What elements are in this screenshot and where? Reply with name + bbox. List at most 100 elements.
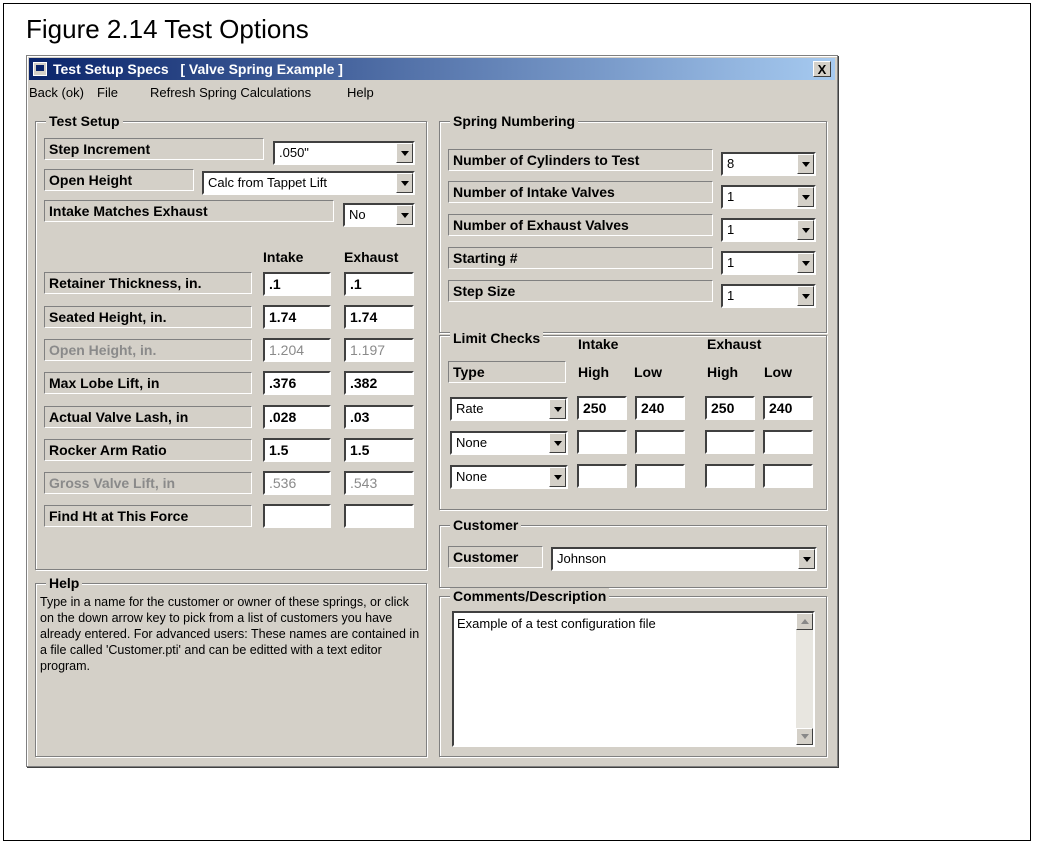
seated-height-label: Seated Height, in. xyxy=(44,306,252,328)
limit-exhaust-low-2[interactable] xyxy=(763,430,813,454)
intake-matches-exhaust-select[interactable]: No xyxy=(343,203,415,227)
spring-numbering-group: Spring Numbering Number of Cylinders to … xyxy=(439,113,827,333)
open-height-label: Open Height xyxy=(44,169,194,191)
rocker-arm-ratio-exhaust[interactable]: 1.5 xyxy=(344,438,414,462)
chevron-down-icon[interactable] xyxy=(798,549,815,569)
col-exhaust-header: Exhaust xyxy=(344,249,399,265)
num-exhaust-valves-value: 1 xyxy=(727,222,735,237)
num-intake-valves-label: Number of Intake Valves xyxy=(448,181,713,203)
limit-exhaust-high-2[interactable] xyxy=(705,430,755,454)
num-exhaust-valves-label: Number of Exhaust Valves xyxy=(448,214,713,236)
limit-type-select-3[interactable]: None xyxy=(450,465,568,489)
limit-intake-high-2[interactable] xyxy=(577,430,627,454)
comments-value: Example of a test configuration file xyxy=(457,616,656,631)
limit-exhaust-high-header: High xyxy=(707,364,739,380)
chevron-down-icon[interactable] xyxy=(797,220,814,240)
customer-group: Customer Customer Johnson xyxy=(439,517,827,588)
gross-valve-lift-exhaust: .543 xyxy=(344,471,414,495)
customer-group-title: Customer xyxy=(450,517,522,533)
limit-exhaust-low-1[interactable]: 240 xyxy=(763,396,813,420)
title-bar: Test Setup Specs [ Valve Spring Example … xyxy=(29,58,835,80)
starting-number-select[interactable]: 1 xyxy=(721,251,816,275)
seated-height-intake[interactable]: 1.74 xyxy=(263,305,331,329)
menu-help[interactable]: Help xyxy=(347,85,374,100)
limit-exhaust-high-1[interactable]: 250 xyxy=(705,396,755,420)
menu-file[interactable]: File xyxy=(97,85,118,100)
open-height-intake: 1.204 xyxy=(263,338,331,362)
gross-valve-lift-intake: .536 xyxy=(263,471,331,495)
limit-intake-low-2[interactable] xyxy=(635,430,685,454)
num-exhaust-valves-select[interactable]: 1 xyxy=(721,218,816,242)
rocker-arm-ratio-label: Rocker Arm Ratio xyxy=(44,439,252,461)
limit-exhaust-low-3[interactable] xyxy=(763,464,813,488)
limit-exhaust-high-3[interactable] xyxy=(705,464,755,488)
rocker-arm-ratio-intake[interactable]: 1.5 xyxy=(263,438,331,462)
chevron-down-icon[interactable] xyxy=(797,187,814,207)
limit-intake-low-1[interactable]: 240 xyxy=(635,396,685,420)
actual-valve-lash-intake[interactable]: .028 xyxy=(263,405,331,429)
customer-label: Customer xyxy=(448,546,543,568)
limit-intake-low-3[interactable] xyxy=(635,464,685,488)
help-title: Help xyxy=(46,575,83,591)
limit-intake-high-header: High xyxy=(578,364,610,380)
step-size-value: 1 xyxy=(727,288,735,303)
open-height-select[interactable]: Calc from Tappet Lift xyxy=(202,171,415,195)
find-ht-at-force-intake[interactable] xyxy=(263,504,331,528)
comments-textarea[interactable]: Example of a test configuration file xyxy=(452,611,815,747)
retainer-thickness-intake[interactable]: .1 xyxy=(263,272,331,296)
customer-select[interactable]: Johnson xyxy=(551,547,817,571)
chevron-down-icon[interactable] xyxy=(549,433,566,453)
help-group: Help Type in a name for the customer or … xyxy=(35,575,427,757)
comments-scrollbar[interactable] xyxy=(796,613,813,745)
limit-type-header: Type xyxy=(448,361,566,383)
actual-valve-lash-exhaust[interactable]: .03 xyxy=(344,405,414,429)
intake-matches-exhaust-value: No xyxy=(349,207,366,222)
menu-back-ok[interactable]: Back (ok) xyxy=(29,85,84,100)
comments-group: Comments/Description Example of a test c… xyxy=(439,588,827,757)
num-cylinders-select[interactable]: 8 xyxy=(721,152,816,176)
limit-type-value-1: Rate xyxy=(456,401,484,416)
scroll-up-icon[interactable] xyxy=(796,613,813,630)
starting-number-label: Starting # xyxy=(448,247,713,269)
step-increment-select[interactable]: .050" xyxy=(273,141,415,165)
max-lobe-lift-label: Max Lobe Lift, in xyxy=(44,372,252,394)
test-setup-group: Test Setup Step Increment .050" Open Hei… xyxy=(35,113,427,570)
starting-number-value: 1 xyxy=(727,255,735,270)
chevron-down-icon[interactable] xyxy=(549,399,566,419)
chevron-down-icon[interactable] xyxy=(396,173,413,193)
chevron-down-icon[interactable] xyxy=(396,143,413,163)
find-ht-at-force-exhaust[interactable] xyxy=(344,504,414,528)
scroll-down-icon[interactable] xyxy=(796,728,813,745)
step-increment-label: Step Increment xyxy=(44,138,264,160)
limit-intake-high-3[interactable] xyxy=(577,464,627,488)
limit-type-select-2[interactable]: None xyxy=(450,431,568,455)
gross-valve-lift-label: Gross Valve Lift, in xyxy=(44,472,252,494)
menu-refresh-spring-calculations[interactable]: Refresh Spring Calculations xyxy=(150,85,311,100)
limit-type-value-2: None xyxy=(456,435,488,450)
num-intake-valves-select[interactable]: 1 xyxy=(721,185,816,209)
step-size-select[interactable]: 1 xyxy=(721,284,816,308)
intake-matches-exhaust-label: Intake Matches Exhaust xyxy=(44,200,334,222)
col-intake-header: Intake xyxy=(263,249,304,265)
max-lobe-lift-exhaust[interactable]: .382 xyxy=(344,371,414,395)
chevron-down-icon[interactable] xyxy=(797,286,814,306)
max-lobe-lift-intake[interactable]: .376 xyxy=(263,371,331,395)
help-text: Type in a name for the customer or owner… xyxy=(40,595,420,673)
limit-intake-high-1[interactable]: 250 xyxy=(577,396,627,420)
limit-type-select-1[interactable]: Rate xyxy=(450,397,568,421)
chevron-down-icon[interactable] xyxy=(797,154,814,174)
spring-numbering-title: Spring Numbering xyxy=(450,113,579,129)
chevron-down-icon[interactable] xyxy=(396,205,413,225)
num-cylinders-value: 8 xyxy=(727,156,735,171)
limit-checks-title: Limit Checks xyxy=(450,330,544,346)
open-height-exhaust: 1.197 xyxy=(344,338,414,362)
seated-height-exhaust[interactable]: 1.74 xyxy=(344,305,414,329)
find-ht-at-force-label: Find Ht at This Force xyxy=(44,505,252,527)
customer-value: Johnson xyxy=(557,551,607,566)
limit-intake-low-header: Low xyxy=(634,364,662,380)
retainer-thickness-exhaust[interactable]: .1 xyxy=(344,272,414,296)
num-intake-valves-value: 1 xyxy=(727,189,735,204)
close-button[interactable]: X xyxy=(813,61,831,77)
chevron-down-icon[interactable] xyxy=(797,253,814,273)
chevron-down-icon[interactable] xyxy=(549,467,566,487)
